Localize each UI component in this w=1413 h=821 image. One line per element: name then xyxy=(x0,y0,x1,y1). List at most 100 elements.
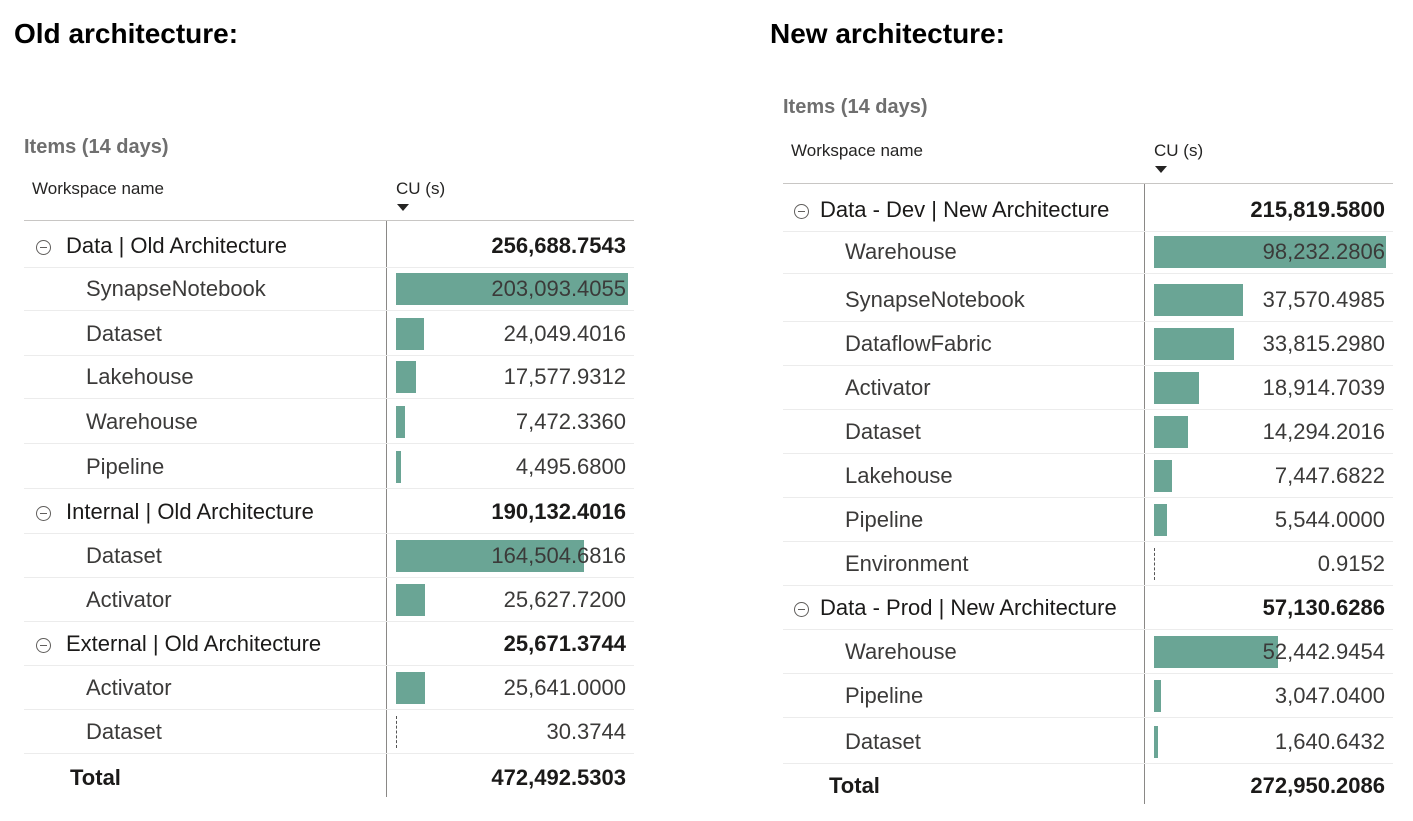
cu-value: 203,093.4055 xyxy=(491,276,626,301)
header-divider xyxy=(24,220,634,221)
cu-value: 30.3744 xyxy=(546,719,626,744)
item-name: Dataset xyxy=(86,543,162,568)
table-title: Items (14 days) xyxy=(783,96,928,118)
group-row-data-old-architecture[interactable]: Data | Old Architecture 256,688.7543 xyxy=(24,224,634,268)
table-row[interactable]: Dataset 24,049.4016 xyxy=(24,312,634,356)
workspace-cu-value: 256,688.7543 xyxy=(491,233,626,258)
collapse-icon[interactable] xyxy=(36,506,51,521)
cu-value: 1,640.6432 xyxy=(1274,729,1385,754)
workspace-name: Data - Prod | New Architecture xyxy=(820,595,1117,620)
cu-data-bar xyxy=(1154,416,1188,448)
cu-data-bar xyxy=(1154,328,1234,360)
table-row[interactable]: Activator 25,627.7200 xyxy=(24,578,634,622)
table-row[interactable]: SynapseNotebook 37,570.4985 xyxy=(783,278,1393,322)
item-name: SynapseNotebook xyxy=(86,276,266,301)
workspace-cu-value: 57,130.6286 xyxy=(1262,595,1385,620)
cu-data-bar xyxy=(1154,548,1156,580)
item-name: DataflowFabric xyxy=(845,331,992,356)
total-label: Total xyxy=(70,765,121,790)
cu-data-bar xyxy=(1154,460,1172,492)
cu-value: 14,294.2016 xyxy=(1262,419,1385,444)
cu-value: 52,442.9454 xyxy=(1262,639,1385,664)
column-header-cu[interactable]: CU (s) xyxy=(1154,141,1203,161)
table-row[interactable]: SynapseNotebook 203,093.4055 xyxy=(24,267,634,311)
cu-data-bar xyxy=(396,451,402,483)
table-row[interactable]: Dataset 1,640.6432 xyxy=(783,720,1393,764)
cu-data-bar xyxy=(396,672,426,704)
table-row[interactable]: Lakehouse 7,447.6822 xyxy=(783,454,1393,498)
row-divider xyxy=(24,753,634,754)
table-row[interactable]: Pipeline 3,047.0400 xyxy=(783,674,1393,718)
row-divider xyxy=(783,717,1393,718)
cu-data-bar xyxy=(1154,726,1158,758)
row-divider xyxy=(24,310,634,311)
table-row[interactable]: Warehouse 52,442.9454 xyxy=(783,630,1393,674)
item-name: Dataset xyxy=(86,321,162,346)
column-header-workspace-name[interactable]: Workspace name xyxy=(791,141,923,161)
collapse-icon[interactable] xyxy=(794,204,809,219)
sort-descending-icon[interactable] xyxy=(1155,166,1167,173)
cu-value: 7,472.3360 xyxy=(515,409,626,434)
workspace-name: Internal | Old Architecture xyxy=(66,499,314,524)
item-name: Dataset xyxy=(86,719,162,744)
cu-value: 25,641.0000 xyxy=(503,675,626,700)
item-name: Pipeline xyxy=(86,454,165,479)
table-row[interactable]: Activator 25,641.0000 xyxy=(24,666,634,710)
table-row[interactable]: Environment 0.9152 xyxy=(783,542,1393,586)
item-name: Environment xyxy=(845,551,969,576)
workspace-name: Data - Dev | New Architecture xyxy=(820,197,1110,222)
cu-value: 24,049.4016 xyxy=(503,321,626,346)
table-row[interactable]: Pipeline 5,544.0000 xyxy=(783,498,1393,542)
item-name: Activator xyxy=(86,587,172,612)
cu-value: 18,914.7039 xyxy=(1262,375,1385,400)
group-row-data-prod-new-architecture[interactable]: Data - Prod | New Architecture 57,130.628… xyxy=(783,586,1393,630)
row-divider xyxy=(783,273,1393,274)
cu-value: 98,232.2806 xyxy=(1262,239,1385,264)
item-name: Activator xyxy=(845,375,931,400)
table-title: Items (14 days) xyxy=(24,136,169,158)
old-architecture-heading: Old architecture: xyxy=(14,18,239,49)
column-header-workspace-name[interactable]: Workspace name xyxy=(32,179,164,199)
item-name: Activator xyxy=(86,675,172,700)
group-row-external-old-architecture[interactable]: External | Old Architecture 25,671.3744 xyxy=(24,622,634,666)
cu-value: 3,047.0400 xyxy=(1274,683,1385,708)
collapse-icon[interactable] xyxy=(36,240,51,255)
table-row[interactable]: Warehouse 7,472.3360 xyxy=(24,400,634,444)
column-header-cu[interactable]: CU (s) xyxy=(396,179,445,199)
cu-data-bar xyxy=(1154,636,1278,668)
cu-data-bar xyxy=(396,318,424,350)
item-name: Warehouse xyxy=(845,639,957,664)
item-name: Dataset xyxy=(845,729,921,754)
table-row[interactable]: Dataset 14,294.2016 xyxy=(783,410,1393,454)
table-row[interactable]: Activator 18,914.7039 xyxy=(783,366,1393,410)
workspace-cu-value: 25,671.3744 xyxy=(503,631,626,656)
group-row-internal-old-architecture[interactable]: Internal | Old Architecture 190,132.4016 xyxy=(24,490,634,534)
cu-value: 25,627.7200 xyxy=(503,587,626,612)
total-value: 272,950.2086 xyxy=(1250,773,1385,798)
total-row[interactable]: Total 472,492.5303 xyxy=(24,756,634,800)
cu-data-bar xyxy=(1154,284,1243,316)
workspace-cu-value: 215,819.5800 xyxy=(1250,197,1385,222)
table-row[interactable]: Pipeline 4,495.6800 xyxy=(24,445,634,489)
item-name: Dataset xyxy=(845,419,921,444)
workspace-name: External | Old Architecture xyxy=(66,631,322,656)
table-row[interactable]: Lakehouse 17,577.9312 xyxy=(24,355,634,399)
table-row[interactable]: Dataset 30.3744 xyxy=(24,710,634,754)
total-label: Total xyxy=(829,773,880,798)
table-row[interactable]: Warehouse 98,232.2806 xyxy=(783,230,1393,274)
sort-descending-icon[interactable] xyxy=(397,204,409,211)
cu-data-bar xyxy=(396,584,426,616)
group-row-data-dev-new-architecture[interactable]: Data - Dev | New Architecture 215,819.580… xyxy=(783,188,1393,232)
cu-data-bar xyxy=(396,716,398,748)
table-row[interactable]: DataflowFabric 33,815.2980 xyxy=(783,322,1393,366)
collapse-icon[interactable] xyxy=(36,638,51,653)
row-divider xyxy=(24,488,634,489)
header-divider xyxy=(783,183,1393,184)
item-name: Warehouse xyxy=(845,239,957,264)
workspace-name: Data | Old Architecture xyxy=(66,233,287,258)
item-name: Pipeline xyxy=(845,507,924,532)
total-row[interactable]: Total 272,950.2086 xyxy=(783,764,1393,808)
cu-value: 37,570.4985 xyxy=(1262,287,1385,312)
table-row[interactable]: Dataset 164,504.6816 xyxy=(24,534,634,578)
collapse-icon[interactable] xyxy=(794,602,809,617)
